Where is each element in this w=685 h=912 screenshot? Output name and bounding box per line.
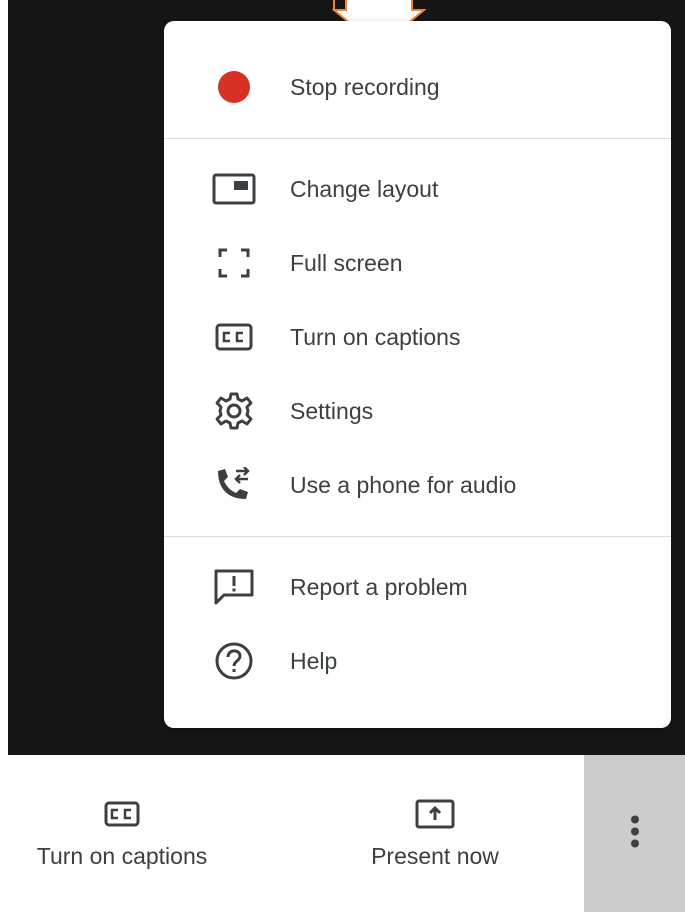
menu-item-captions[interactable]: Turn on captions xyxy=(164,307,671,367)
menu-item-label: Full screen xyxy=(290,250,403,276)
toolbar-present-label: Present now xyxy=(371,843,499,869)
captions-icon xyxy=(102,798,142,830)
turn-on-captions-button[interactable]: Turn on captions xyxy=(0,755,244,912)
menu-divider xyxy=(164,138,671,139)
menu-item-report-problem[interactable]: Report a problem xyxy=(164,557,671,617)
menu-divider xyxy=(164,536,671,537)
menu-item-label: Settings xyxy=(290,398,374,424)
more-vertical-icon xyxy=(630,814,640,853)
help-icon xyxy=(212,642,256,680)
record-dot-icon xyxy=(212,69,256,105)
toolbar-captions-label: Turn on captions xyxy=(36,843,208,869)
menu-item-full-screen[interactable]: Full screen xyxy=(164,233,671,293)
menu-item-label: Report a problem xyxy=(290,574,468,600)
layout-icon xyxy=(212,171,256,207)
menu-item-settings[interactable]: Settings xyxy=(164,381,671,441)
menu-item-label: Change layout xyxy=(290,176,439,202)
present-now-button[interactable]: Present now xyxy=(334,755,536,912)
menu-item-help[interactable]: Help xyxy=(164,631,671,691)
more-options-button[interactable] xyxy=(584,755,685,912)
bottom-toolbar: Turn on captions Present now xyxy=(0,755,685,912)
gear-icon xyxy=(212,392,256,430)
menu-item-phone-audio[interactable]: Use a phone for audio xyxy=(164,455,671,515)
menu-item-label: Turn on captions xyxy=(290,324,461,350)
report-problem-icon xyxy=(212,569,256,605)
fullscreen-icon xyxy=(212,245,256,281)
menu-item-change-layout[interactable]: Change layout xyxy=(164,159,671,219)
menu-item-label: Use a phone for audio xyxy=(290,472,517,498)
menu-item-label: Stop recording xyxy=(290,74,440,100)
present-screen-icon xyxy=(415,798,455,830)
menu-item-label: Help xyxy=(290,648,338,674)
phone-audio-icon xyxy=(212,467,256,503)
menu-item-stop-recording[interactable]: Stop recording xyxy=(164,57,671,117)
more-options-menu: Stop recording Change layout Full screen… xyxy=(164,21,671,728)
captions-icon xyxy=(212,319,256,355)
